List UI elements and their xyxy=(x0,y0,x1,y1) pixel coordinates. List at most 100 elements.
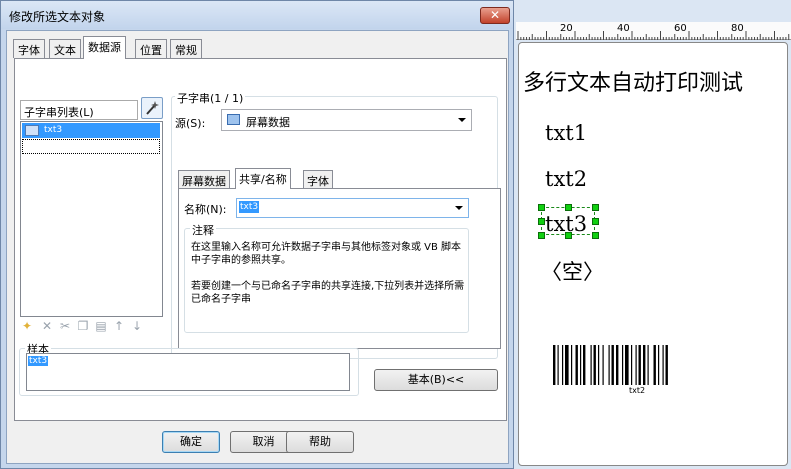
close-button[interactable]: ✕ xyxy=(480,7,510,24)
barcode-bar xyxy=(611,345,614,385)
resize-handle[interactable] xyxy=(538,204,545,211)
barcode-bar xyxy=(665,345,668,385)
label-text-line[interactable]: txt1 xyxy=(545,121,587,145)
basic-toggle-button[interactable]: 基本(B)<< xyxy=(374,369,498,391)
barcode-bar xyxy=(643,345,646,385)
list-item-new[interactable] xyxy=(22,139,160,154)
barcode-bar xyxy=(583,345,586,385)
share-name-page: 名称(N): txt3 注释 在这里输入名称可允许数据子字串与其他标签对象或 V… xyxy=(178,188,501,349)
barcode-bar xyxy=(658,345,660,385)
barcode-bar xyxy=(631,345,633,385)
source-select-value: 屏幕数据 xyxy=(246,116,290,129)
barcode-bar xyxy=(602,345,604,385)
note-paragraph-1: 在这里输入名称可允许数据子字串与其他标签对象或 VB 脚本中子字串的参照共享。 xyxy=(191,242,462,266)
barcode-bar xyxy=(565,345,569,385)
barcode-bar xyxy=(557,345,559,385)
label-design-area: 20 40 60 80 多行文本自动打印测试 txt1 txt2 txt3 〈空… xyxy=(514,0,791,469)
dialog-title: 修改所选文本对象 xyxy=(9,10,106,24)
add-icon[interactable]: ✦ xyxy=(20,319,34,333)
magic-wand-icon xyxy=(146,101,159,115)
ruler-label: 40 xyxy=(617,23,630,34)
list-item[interactable]: txt3 xyxy=(22,123,160,138)
resize-handle[interactable] xyxy=(592,232,599,239)
resize-handle[interactable] xyxy=(538,218,545,225)
ruler-label: 80 xyxy=(731,23,744,34)
inner-tab-share-name[interactable]: 共享/名称 xyxy=(235,168,291,189)
label-paper[interactable]: 多行文本自动打印测试 txt1 txt2 txt3 〈空〉 txt2 xyxy=(518,42,788,466)
barcode-bar xyxy=(635,345,637,385)
barcode-bar xyxy=(616,345,619,385)
resize-handle[interactable] xyxy=(565,232,572,239)
tab-font[interactable]: 字体 xyxy=(13,39,45,58)
delete-icon[interactable]: ✕ xyxy=(40,319,54,333)
source-select[interactable]: 屏幕数据 xyxy=(221,109,472,131)
data-source-page: 子字串列表(L) txt3 ✦ ✕ ✂ ❐ ▤ ↑ ↓ 子字串(1 / 1) 源… xyxy=(14,58,507,421)
resize-handle[interactable] xyxy=(592,204,599,211)
ok-button[interactable]: 确定 xyxy=(162,431,220,453)
label-heading[interactable]: 多行文本自动打印测试 xyxy=(523,65,743,97)
list-item-label: txt3 xyxy=(44,125,63,135)
inner-tab-screen-data[interactable]: 屏幕数据 xyxy=(178,170,230,189)
resize-handle[interactable] xyxy=(592,218,599,225)
name-combo-value: txt3 xyxy=(239,201,260,213)
barcode-bar xyxy=(593,345,596,385)
chevron-down-icon xyxy=(458,118,466,122)
resize-handle[interactable] xyxy=(538,232,545,239)
note-paragraph-2: 若要创建一个与已命名子字串的共享连接,下拉列表并选择所需已命名子字串 xyxy=(191,281,465,305)
selection-box xyxy=(541,207,595,235)
note-group: 注释 在这里输入名称可允许数据子字串与其他标签对象或 VB 脚本中子字串的参照共… xyxy=(184,222,469,333)
move-down-icon[interactable]: ↓ xyxy=(130,319,144,333)
dialog-titlebar: 修改所选文本对象 ✕ xyxy=(1,1,513,29)
tab-position[interactable]: 位置 xyxy=(135,39,167,58)
ruler-label: 20 xyxy=(560,23,573,34)
barcode-bar xyxy=(571,345,573,385)
ruler-ticks xyxy=(517,31,790,40)
note-title: 注释 xyxy=(190,222,216,238)
sample-group: 样本 txt3 xyxy=(19,341,359,396)
substring-list-label: 子字串列表(L) xyxy=(20,100,138,120)
chevron-down-icon xyxy=(455,206,463,210)
screen-data-icon xyxy=(227,114,240,125)
tab-general[interactable]: 常规 xyxy=(170,39,202,58)
barcode-bar xyxy=(622,345,624,385)
barcode-caption: txt2 xyxy=(629,386,646,395)
horizontal-ruler: 20 40 60 80 xyxy=(516,22,791,40)
substring-icon xyxy=(25,125,39,136)
substring-listbox[interactable]: txt3 xyxy=(20,121,163,317)
sample-value: txt3 xyxy=(28,356,49,366)
barcode-bar xyxy=(638,345,641,385)
move-up-icon[interactable]: ↑ xyxy=(112,319,126,333)
barcode-bar xyxy=(562,345,564,385)
substring-group-title: 子字串(1 / 1) xyxy=(175,90,246,106)
barcode-bar xyxy=(653,345,656,385)
paste-icon[interactable]: ▤ xyxy=(94,319,108,333)
barcode-bar xyxy=(553,345,556,385)
copy-icon[interactable]: ❐ xyxy=(76,319,90,333)
barcode-bar xyxy=(575,345,578,385)
cut-icon[interactable]: ✂ xyxy=(58,319,72,333)
barcode-bar xyxy=(625,345,629,385)
ruler-label: 60 xyxy=(674,23,687,34)
inner-tab-font[interactable]: 字体 xyxy=(303,170,333,189)
name-label: 名称(N): xyxy=(184,203,227,216)
barcode-bar xyxy=(590,345,592,385)
tab-text[interactable]: 文本 xyxy=(49,39,81,58)
barcode[interactable] xyxy=(553,345,725,385)
label-text-line[interactable]: 〈空〉 xyxy=(541,256,604,286)
barcode-bar xyxy=(598,345,600,385)
help-button[interactable]: 帮助 xyxy=(286,431,354,453)
barcode-bar xyxy=(580,345,582,385)
note-text: 在这里输入名称可允许数据子字串与其他标签对象或 VB 脚本中子字串的参照共享。 … xyxy=(191,241,469,306)
barcode-bar xyxy=(608,345,610,385)
barcode-bar xyxy=(647,345,649,385)
source-label: 源(S): xyxy=(175,117,206,130)
barcode-bar xyxy=(662,345,664,385)
label-text-line[interactable]: txt2 xyxy=(545,167,587,191)
resize-handle[interactable] xyxy=(565,204,572,211)
wizard-button[interactable] xyxy=(141,97,163,119)
name-combo[interactable]: txt3 xyxy=(236,198,469,218)
tab-data-source[interactable]: 数据源 xyxy=(83,36,126,59)
edit-text-object-dialog: 修改所选文本对象 ✕ 字体 文本 数据源 位置 常规 子字串列表(L) txt3 xyxy=(0,0,514,469)
dialog-client: 字体 文本 数据源 位置 常规 子字串列表(L) txt3 ✦ ✕ ✂ ❐ ▤ … xyxy=(6,30,509,464)
sample-field[interactable]: txt3 xyxy=(26,353,350,391)
